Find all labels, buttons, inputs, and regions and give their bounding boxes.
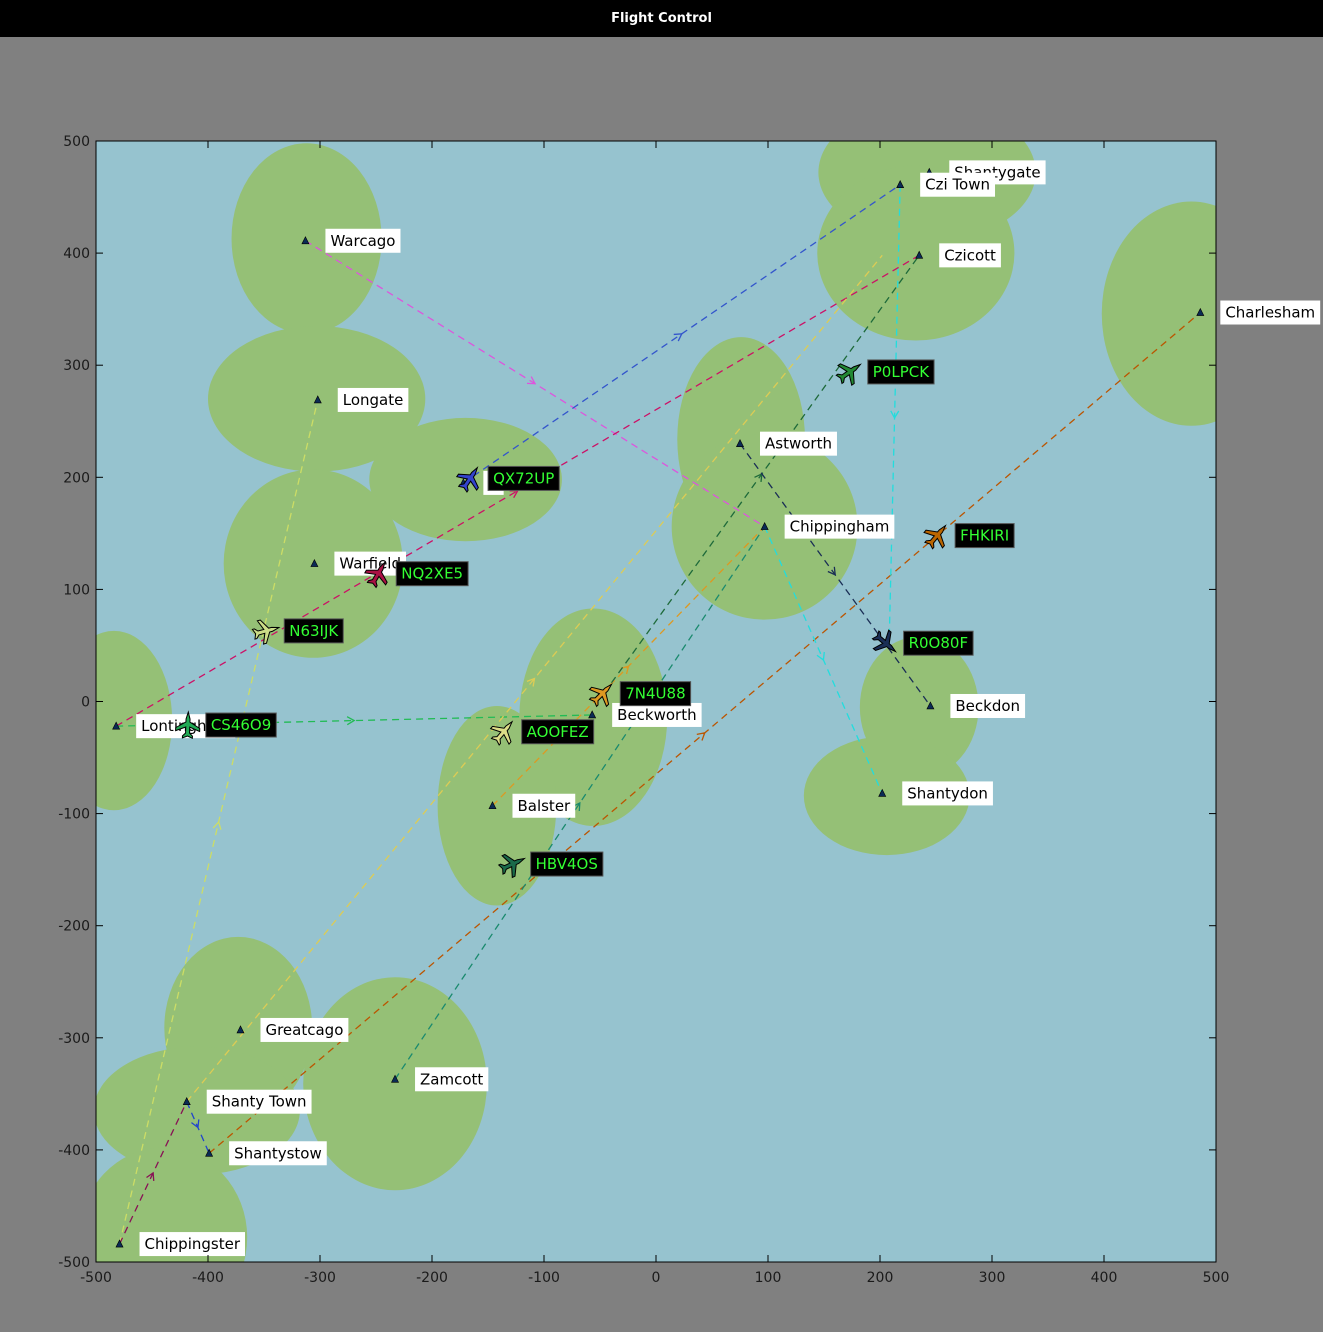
- airport-name: Greatcago: [265, 1021, 343, 1039]
- y-tick-label: 500: [63, 134, 90, 150]
- x-tick-label: 500: [1203, 1270, 1230, 1286]
- airport-name: Astworth: [765, 435, 832, 453]
- airport-name: Czi Town: [925, 176, 990, 194]
- y-tick-label: -100: [58, 807, 90, 823]
- airport-name: Czicott: [944, 246, 996, 264]
- x-tick-label: 300: [979, 1270, 1006, 1286]
- airport-name: Longate: [343, 391, 404, 409]
- airport-name: Beckworth: [617, 706, 696, 724]
- airport-name: Warcago: [330, 232, 395, 250]
- aircraft-callsign: 7N4U88: [625, 685, 685, 703]
- airport-name: Beckdon: [955, 697, 1020, 715]
- x-tick-label: -100: [528, 1270, 560, 1286]
- airport-name: Chippingster: [145, 1235, 241, 1253]
- x-tick-label: 0: [652, 1270, 661, 1286]
- airport-name: Shanty Town: [212, 1093, 307, 1111]
- y-tick-label: -500: [58, 1255, 90, 1271]
- y-tick-label: -300: [58, 1031, 90, 1047]
- x-tick-label: -400: [192, 1270, 224, 1286]
- aircraft-callsign: QX72UP: [493, 469, 554, 487]
- y-tick-label: 200: [63, 470, 90, 486]
- aircraft-callsign: R0O80F: [909, 634, 969, 652]
- airport-name: Balster: [517, 797, 571, 815]
- y-tick-label: -400: [58, 1143, 90, 1159]
- aircraft-callsign: P0LPCK: [873, 363, 930, 381]
- aircraft-callsign: HBV4OS: [536, 855, 598, 873]
- airport-name: Zamcott: [420, 1070, 483, 1088]
- airport-name: Charlesham: [1225, 304, 1315, 322]
- x-tick-label: -200: [416, 1270, 448, 1286]
- y-tick-label: -200: [58, 919, 90, 935]
- y-tick-label: 400: [63, 246, 90, 262]
- aircraft-callsign: FHKIRI: [960, 527, 1009, 545]
- x-tick-label: 400: [1091, 1270, 1118, 1286]
- aircraft-callsign: AOOFEZ: [527, 723, 589, 741]
- aircraft-callsign: CS46O9: [211, 716, 271, 734]
- y-tick-label: 0: [81, 695, 90, 711]
- y-tick-label: 100: [63, 582, 90, 598]
- x-tick-label: 100: [755, 1270, 782, 1286]
- aircraft-callsign: NQ2XE5: [401, 565, 463, 583]
- airport-name: Shantydon: [907, 784, 988, 802]
- airport-name: Shantystow: [234, 1144, 322, 1162]
- radar-map[interactable]: WarcagoLongateBWarfieldLontinghamShantyg…: [0, 0, 1323, 1332]
- airport-name: Chippingham: [790, 518, 890, 536]
- x-tick-label: -500: [80, 1270, 112, 1286]
- aircraft-callsign: N63IJK: [289, 622, 339, 640]
- x-tick-label: -300: [304, 1270, 336, 1286]
- y-tick-label: 300: [63, 358, 90, 374]
- x-tick-label: 200: [867, 1270, 894, 1286]
